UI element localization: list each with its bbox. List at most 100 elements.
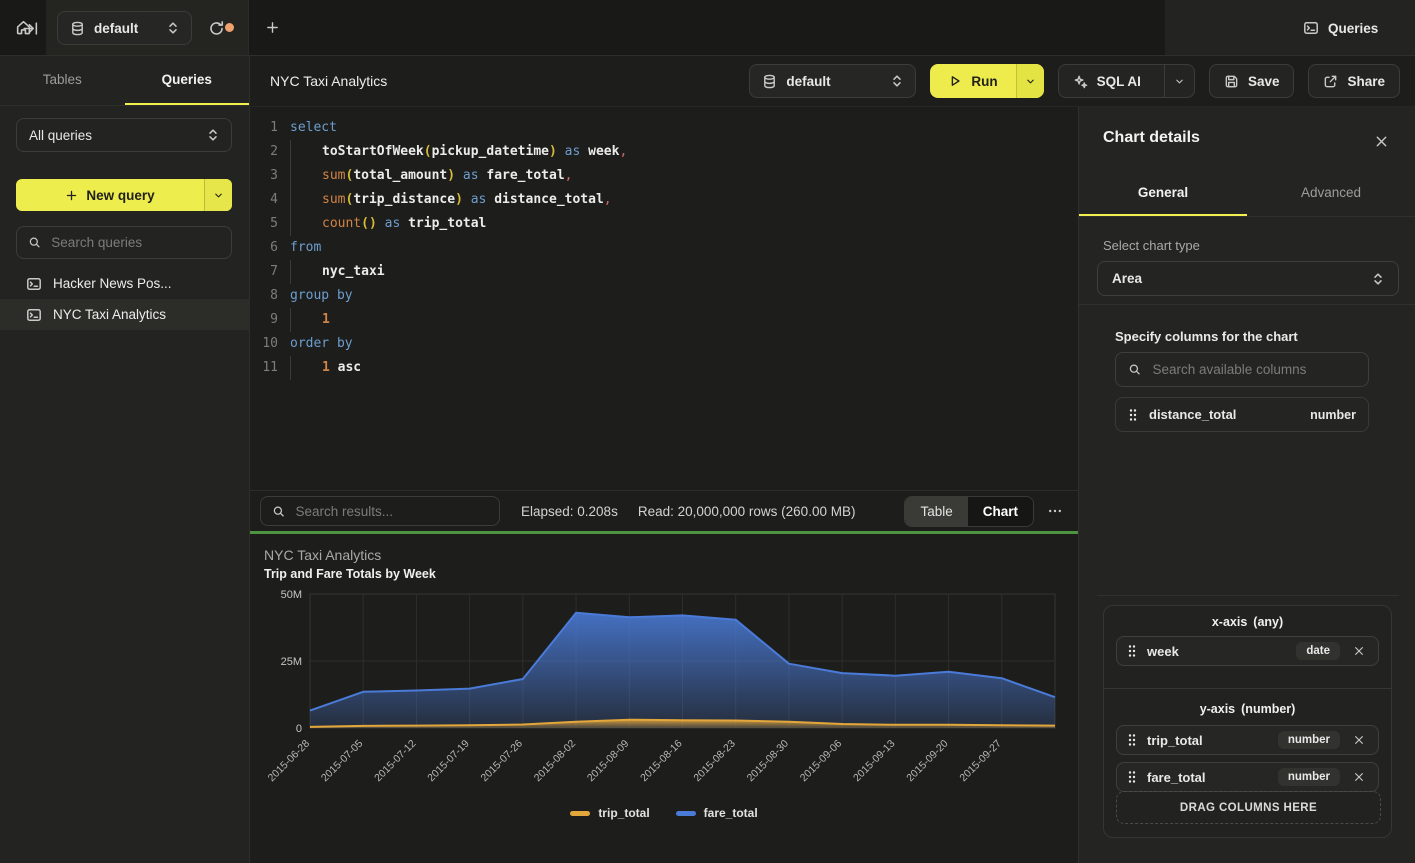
legend-label: trip_total [598, 806, 649, 820]
view-toggle-table[interactable]: Table [905, 497, 967, 526]
results-toolbar: Elapsed: 0.208s Read: 20,000,000 rows (2… [250, 490, 1078, 531]
svg-text:25M: 25M [281, 656, 302, 668]
run-label: Run [971, 74, 997, 89]
run-database-selector[interactable]: default [749, 64, 916, 98]
new-query-dropdown-button[interactable] [204, 179, 232, 211]
chart-details-panel: Chart details General Advanced Select ch… [1078, 107, 1415, 863]
sql-ai-dropdown-button[interactable] [1164, 65, 1194, 97]
sidebar-tab-tables[interactable]: Tables [0, 56, 125, 105]
query-list-item-hacker-news[interactable]: Hacker News Pos... [0, 268, 250, 299]
close-icon [1353, 645, 1365, 657]
legend-item-trip_total[interactable]: trip_total [570, 806, 649, 820]
svg-text:2015-09-13: 2015-09-13 [851, 738, 898, 785]
column-type-badge: number [1278, 731, 1340, 749]
panel-title: Chart details [1103, 129, 1200, 147]
query-actions: default Run SQL AI [749, 64, 1415, 98]
drag-handle-icon [1127, 733, 1137, 747]
more-options-button[interactable] [1042, 498, 1068, 524]
terminal-icon [26, 276, 42, 292]
panel-tab-advanced[interactable]: Advanced [1247, 171, 1415, 216]
rows-read-stats: Read: 20,000,000 rows (260.00 MB) [638, 504, 856, 519]
sql-line: 91 [250, 308, 1078, 332]
database-selector[interactable]: default [57, 11, 192, 45]
view-toggle-chart[interactable]: Chart [968, 497, 1033, 526]
svg-text:2015-06-28: 2015-06-28 [266, 738, 313, 785]
legend-swatch [676, 811, 696, 816]
sidebar-tabs: Tables Queries [0, 56, 249, 106]
new-tab-button[interactable] [249, 0, 295, 55]
sql-line: 4sum(trip_distance) as distance_total, [250, 188, 1078, 212]
area-chart[interactable]: 2015-06-282015-07-052015-07-122015-07-19… [260, 586, 1078, 802]
query-list-item-nyc-taxi[interactable]: NYC Taxi Analytics [0, 299, 250, 330]
sql-ai-label: SQL AI [1097, 74, 1141, 89]
search-queries-input[interactable] [49, 234, 220, 251]
run-split-button: Run [930, 64, 1043, 98]
chart-type-select[interactable]: Area [1097, 261, 1399, 296]
sql-code: 1select2toStartOfWeek(pickup_datetime) a… [250, 116, 1078, 380]
chart-panel: NYC Taxi Analytics Trip and Fare Totals … [250, 534, 1078, 863]
axis-mapping-card: x-axis(any) week date y-axis(number) tri… [1103, 605, 1392, 838]
chevron-updown-icon [167, 21, 179, 35]
divider [1079, 304, 1415, 305]
close-icon [1374, 134, 1389, 149]
save-icon [1224, 74, 1239, 89]
elapsed-time: Elapsed: 0.208s [521, 504, 618, 519]
columns-section-label: Specify columns for the chart [1115, 329, 1298, 344]
legend-label: fare_total [704, 806, 758, 820]
sql-editor[interactable]: 1select2toStartOfWeek(pickup_datetime) a… [250, 107, 1078, 490]
columns-search-input[interactable] [1151, 361, 1357, 378]
chevron-down-icon [1025, 76, 1036, 87]
run-button[interactable]: Run [930, 64, 1015, 98]
queries-button-label: Queries [1328, 21, 1378, 36]
svg-text:2015-08-02: 2015-08-02 [532, 738, 579, 785]
divider [1097, 595, 1399, 596]
new-query-label: New query [86, 188, 154, 203]
svg-text:2015-07-12: 2015-07-12 [372, 738, 419, 785]
sql-line: 111 asc [250, 356, 1078, 380]
collapse-sidebar-button[interactable] [14, 12, 46, 44]
sql-line: 1select [250, 116, 1078, 140]
close-icon [1353, 771, 1365, 783]
chart-type-value: Area [1112, 271, 1372, 286]
x-axis-column-week[interactable]: week date [1116, 636, 1379, 666]
sql-console-app: default NYC Taxi Anal... Queries [0, 0, 1415, 863]
svg-text:2015-07-05: 2015-07-05 [319, 738, 366, 785]
column-type-badge: number [1278, 768, 1340, 786]
database-icon [70, 21, 85, 36]
drag-columns-drop-zone[interactable]: DRAG COLUMNS HERE [1116, 791, 1381, 824]
available-column-distance-total[interactable]: distance_total number [1115, 397, 1369, 432]
drag-handle-icon [1127, 770, 1137, 784]
y-axis-header: y-axis(number) [1104, 693, 1391, 716]
chart-legend: trip_total fare_total [250, 806, 1078, 820]
svg-text:2015-07-26: 2015-07-26 [479, 738, 526, 785]
share-button[interactable]: Share [1308, 64, 1400, 98]
refresh-button[interactable] [200, 12, 232, 44]
save-button[interactable]: Save [1209, 64, 1295, 98]
y-axis-column-trip-total[interactable]: trip_total number [1116, 725, 1379, 755]
drag-handle-icon [1127, 644, 1137, 658]
queries-button[interactable]: Queries [1293, 12, 1388, 44]
search-results-box [260, 496, 500, 526]
y-axis-column-fare-total[interactable]: fare_total number [1116, 762, 1379, 792]
view-toggle: Table Chart [904, 496, 1034, 527]
remove-column-button[interactable] [1350, 768, 1368, 786]
run-options-button[interactable] [1016, 64, 1044, 98]
remove-column-button[interactable] [1350, 642, 1368, 660]
sidebar: Tables Queries All queries New query Hac… [0, 56, 250, 863]
panel-tab-general[interactable]: General [1079, 171, 1247, 216]
remove-column-button[interactable] [1350, 731, 1368, 749]
close-panel-button[interactable] [1369, 129, 1393, 153]
database-icon [762, 74, 777, 89]
legend-item-fare_total[interactable]: fare_total [676, 806, 758, 820]
plus-icon [265, 20, 280, 35]
sql-ai-button[interactable]: SQL AI [1059, 74, 1155, 89]
queries-filter-select[interactable]: All queries [16, 118, 232, 152]
database-name: default [786, 74, 830, 89]
share-icon [1323, 74, 1338, 89]
legend-swatch [570, 811, 590, 816]
chevron-updown-icon [1372, 272, 1384, 286]
search-results-input[interactable] [293, 503, 488, 520]
new-query-button[interactable]: New query [16, 179, 204, 211]
save-label: Save [1248, 74, 1280, 89]
sidebar-tab-queries[interactable]: Queries [125, 56, 250, 105]
